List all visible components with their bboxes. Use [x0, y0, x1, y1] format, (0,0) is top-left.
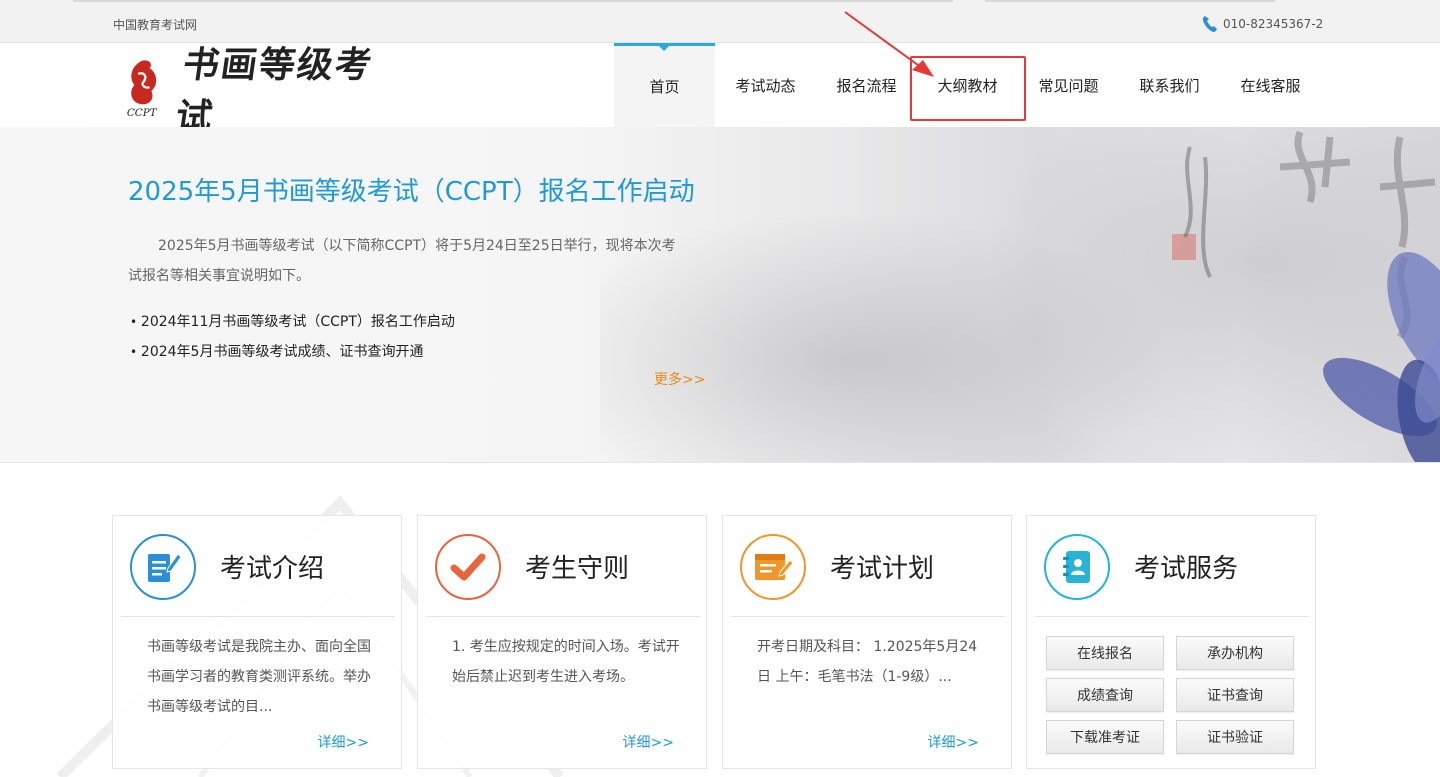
- site-logo[interactable]: CCPT 书画等级考试: [125, 44, 395, 138]
- card-icon-circle: [435, 534, 501, 600]
- calligraphy-decoration-icon: [1183, 130, 1440, 462]
- phone-icon: [1202, 16, 1217, 32]
- online-registration-button[interactable]: 在线报名: [1046, 636, 1164, 670]
- card-header: 考生守则: [418, 516, 706, 617]
- nav-exam-news[interactable]: 考试动态: [715, 43, 816, 127]
- card-more-link[interactable]: 详细>>: [623, 732, 674, 752]
- card-divider: [121, 616, 395, 617]
- card-icon-circle: [130, 534, 196, 600]
- card-title[interactable]: 考试计划: [830, 548, 934, 585]
- hero-banner: 2025年5月书画等级考试（CCPT）报名工作启动 2025年5月书画等级考试（…: [0, 127, 1440, 463]
- nav-contact[interactable]: 联系我们: [1119, 43, 1220, 127]
- card-exam-plan: 考试计划 开考日期及科目： 1.2025年5月24日 上午：毛笔书法（1-9级）…: [722, 515, 1012, 769]
- news-item[interactable]: 2024年5月书画等级考试成绩、证书查询开通: [130, 337, 455, 367]
- site-name-link[interactable]: 中国教育考试网: [113, 16, 197, 33]
- phone-number: 010-82345367-2: [1223, 17, 1324, 31]
- card-exam-services: 考试服务 在线报名 承办机构 成绩查询 证书查询 下载准考证 证书验证: [1026, 515, 1316, 769]
- ccpt-seal-icon: CCPT: [127, 60, 158, 119]
- news-item[interactable]: 2024年11月书画等级考试（CCPT）报名工作启动: [130, 307, 455, 337]
- card-exam-rules: 考生守则 1. 考生应按规定的时间入场。考试开始后禁止迟到考生进入考场。 详细>…: [417, 515, 707, 769]
- browser-tab-line: [73, 0, 953, 2]
- card-divider: [1035, 616, 1309, 617]
- certificate-query-button[interactable]: 证书查询: [1176, 678, 1294, 712]
- nav-online-service[interactable]: 在线客服: [1220, 43, 1321, 127]
- card-icon-circle: [1044, 534, 1110, 600]
- address-book-icon: [1063, 551, 1090, 583]
- card-body: 开考日期及科目： 1.2025年5月24日 上午：毛笔书法（1-9级）...: [757, 639, 978, 685]
- nav-syllabus[interactable]: 大纲教材: [917, 43, 1018, 127]
- card-divider: [731, 616, 1005, 617]
- checkmark-icon: [450, 553, 486, 581]
- nav-registration[interactable]: 报名流程: [816, 43, 917, 127]
- schedule-board-icon: [755, 554, 794, 580]
- nav-faq[interactable]: 常见问题: [1018, 43, 1119, 127]
- card-divider: [426, 616, 700, 617]
- score-query-button[interactable]: 成绩查询: [1046, 678, 1164, 712]
- card-body: 1. 考生应按规定的时间入场。考试开始后禁止迟到考生进入考场。: [452, 639, 680, 685]
- host-institutions-button[interactable]: 承办机构: [1176, 636, 1294, 670]
- download-admission-ticket-button[interactable]: 下载准考证: [1046, 720, 1164, 754]
- card-body: 书画等级考试是我院主办、面向全国书画学习者的教育类测评系统。举办书画等级考试的目…: [147, 639, 371, 715]
- news-list: 2024年11月书画等级考试（CCPT）报名工作启动 2024年5月书画等级考试…: [130, 307, 455, 367]
- card-header: 考试计划: [723, 516, 1011, 617]
- headline-link[interactable]: 2025年5月书画等级考试（CCPT）报名工作启动: [128, 171, 695, 208]
- more-news-link[interactable]: 更多>>: [654, 369, 705, 389]
- headline-intro: 2025年5月书画等级考试（以下简称CCPT）将于5月24日至25日举行，现将本…: [128, 238, 676, 284]
- card-title[interactable]: 考试服务: [1134, 548, 1238, 585]
- certificate-verify-button[interactable]: 证书验证: [1176, 720, 1294, 754]
- document-edit-icon: [148, 553, 182, 582]
- logo-text: 书画等级考试: [173, 44, 377, 138]
- card-exam-intro: 考试介绍 书画等级考试是我院主办、面向全国书画学习者的教育类测评系统。举办书画等…: [112, 515, 402, 769]
- main-nav: 首页 考试动态 报名流程 大纲教材 常见问题 联系我们 在线客服: [614, 43, 1321, 127]
- card-title[interactable]: 考生守则: [525, 548, 629, 585]
- card-header: 考试服务: [1027, 516, 1315, 617]
- card-title[interactable]: 考试介绍: [220, 548, 324, 585]
- card-header: 考试介绍: [113, 516, 401, 617]
- card-icon-circle: [740, 534, 806, 600]
- site-header: CCPT 书画等级考试 首页 考试动态 报名流程 大纲教材 常见问题 联系我们 …: [0, 43, 1440, 138]
- phone-contact: 010-82345367-2: [1202, 15, 1323, 33]
- nav-home[interactable]: 首页: [614, 43, 715, 127]
- browser-tab-line: [985, 0, 1275, 2]
- service-buttons: 在线报名 承办机构 成绩查询 证书查询 下载准考证 证书验证: [1046, 636, 1296, 754]
- logo-sub: CCPT: [127, 107, 158, 119]
- card-more-link[interactable]: 详细>>: [318, 732, 369, 752]
- card-more-link[interactable]: 详细>>: [928, 732, 979, 752]
